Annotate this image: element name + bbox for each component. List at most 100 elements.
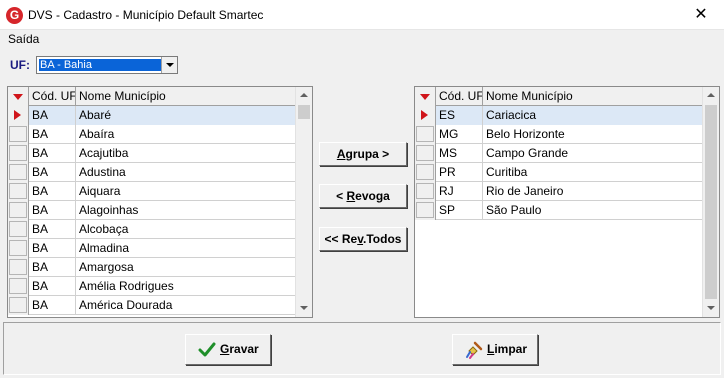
header-indicator[interactable]	[8, 87, 29, 106]
row-indicator[interactable]	[8, 201, 29, 220]
row-selector-box[interactable]	[9, 164, 27, 180]
row-selector-box[interactable]	[9, 145, 27, 161]
cell-nome-municipio[interactable]: Campo Grande	[483, 144, 703, 163]
row-selector-box[interactable]	[9, 202, 27, 218]
cell-nome-municipio[interactable]: Curitiba	[483, 163, 703, 182]
cell-nome-municipio[interactable]: Alcobaça	[76, 220, 296, 239]
cell-nome-municipio[interactable]: Almadina	[76, 239, 296, 258]
table-row[interactable]: BA Acajutiba	[8, 144, 296, 163]
table-row[interactable]: SP São Paulo	[415, 201, 703, 220]
cell-cod-uf[interactable]: BA	[29, 258, 76, 277]
cell-cod-uf[interactable]: MG	[436, 125, 483, 144]
row-selector-box[interactable]	[9, 240, 27, 256]
table-row[interactable]: BA Abaíra	[8, 125, 296, 144]
table-row[interactable]: BA Alcobaça	[8, 220, 296, 239]
row-indicator[interactable]	[8, 144, 29, 163]
close-button[interactable]: ✕	[678, 0, 724, 30]
cell-cod-uf[interactable]: BA	[29, 239, 76, 258]
row-indicator[interactable]	[415, 201, 436, 220]
column-header-cod-uf[interactable]: Cód. UF	[436, 87, 483, 106]
vertical-scrollbar[interactable]	[702, 87, 719, 317]
table-row[interactable]: BA Amargosa	[8, 258, 296, 277]
table-row[interactable]: MS Campo Grande	[415, 144, 703, 163]
row-indicator[interactable]	[8, 296, 29, 315]
table-row[interactable]: ES Cariacica	[415, 106, 703, 125]
cell-cod-uf[interactable]: BA	[29, 125, 76, 144]
table-row[interactable]: BA Amélia Rodrigues	[8, 277, 296, 296]
table-row[interactable]: BA Aiquara	[8, 182, 296, 201]
cell-nome-municipio[interactable]: Cariacica	[483, 106, 703, 125]
revoga-todos-button[interactable]: << Rev.Todos	[319, 227, 407, 251]
table-row[interactable]: MG Belo Horizonte	[415, 125, 703, 144]
cell-nome-municipio[interactable]: São Paulo	[483, 201, 703, 220]
row-selector-box[interactable]	[9, 278, 27, 294]
cell-cod-uf[interactable]: ES	[436, 106, 483, 125]
cell-nome-municipio[interactable]: Rio de Janeiro	[483, 182, 703, 201]
row-selector-box[interactable]	[416, 183, 434, 199]
header-indicator[interactable]	[415, 87, 436, 106]
cell-nome-municipio[interactable]: Amargosa	[76, 258, 296, 277]
row-indicator[interactable]	[415, 106, 436, 125]
cell-nome-municipio[interactable]: Abaré	[76, 106, 296, 125]
scroll-down-icon[interactable]	[296, 300, 312, 317]
row-selector-box[interactable]	[416, 145, 434, 161]
cell-cod-uf[interactable]: PR	[436, 163, 483, 182]
scroll-down-icon[interactable]	[703, 300, 719, 317]
cell-nome-municipio[interactable]: Acajutiba	[76, 144, 296, 163]
row-indicator[interactable]	[8, 163, 29, 182]
cell-nome-municipio[interactable]: Belo Horizonte	[483, 125, 703, 144]
chevron-down-icon[interactable]	[161, 57, 177, 73]
row-indicator[interactable]	[8, 106, 29, 125]
row-indicator[interactable]	[8, 182, 29, 201]
table-row[interactable]: BA América Dourada	[8, 296, 296, 315]
cell-cod-uf[interactable]: BA	[29, 277, 76, 296]
cell-nome-municipio[interactable]: Adustina	[76, 163, 296, 182]
cell-cod-uf[interactable]: BA	[29, 163, 76, 182]
column-header-nome-municipio[interactable]: Nome Município	[483, 87, 703, 106]
cell-nome-municipio[interactable]: Aiquara	[76, 182, 296, 201]
row-indicator[interactable]	[8, 239, 29, 258]
table-row[interactable]: BA Alagoinhas	[8, 201, 296, 220]
vertical-scrollbar[interactable]	[295, 87, 312, 317]
table-row[interactable]: BA Almadina	[8, 239, 296, 258]
available-municipalities-grid[interactable]: Cód. UF Nome Município BA Abaré BA Abaíra BA…	[7, 86, 313, 318]
cell-nome-municipio[interactable]: Alagoinhas	[76, 201, 296, 220]
row-selector-box[interactable]	[9, 126, 27, 142]
row-indicator[interactable]	[8, 277, 29, 296]
cell-nome-municipio[interactable]: América Dourada	[76, 296, 296, 315]
cell-nome-municipio[interactable]: Abaíra	[76, 125, 296, 144]
cell-cod-uf[interactable]: MS	[436, 144, 483, 163]
column-header-nome-municipio[interactable]: Nome Município	[76, 87, 296, 106]
uf-select[interactable]: BA - Bahia	[36, 56, 178, 74]
cell-cod-uf[interactable]: BA	[29, 144, 76, 163]
row-indicator[interactable]	[415, 144, 436, 163]
row-indicator[interactable]	[415, 182, 436, 201]
limpar-button[interactable]: Limpar	[452, 334, 538, 365]
cell-cod-uf[interactable]: SP	[436, 201, 483, 220]
cell-cod-uf[interactable]: BA	[29, 201, 76, 220]
row-selector-box[interactable]	[416, 164, 434, 180]
row-selector-box[interactable]	[416, 202, 434, 218]
scroll-up-icon[interactable]	[296, 87, 312, 104]
table-row[interactable]: RJ Rio de Janeiro	[415, 182, 703, 201]
table-row[interactable]: BA Adustina	[8, 163, 296, 182]
column-header-cod-uf[interactable]: Cód. UF	[29, 87, 76, 106]
gravar-button[interactable]: Gravar	[185, 334, 271, 365]
row-indicator[interactable]	[8, 258, 29, 277]
row-indicator[interactable]	[415, 163, 436, 182]
row-selector-box[interactable]	[9, 221, 27, 237]
row-indicator[interactable]	[8, 125, 29, 144]
selected-municipalities-grid[interactable]: Cód. UF Nome Município ES Cariacica MG Belo…	[414, 86, 720, 318]
table-row[interactable]: BA Abaré	[8, 106, 296, 125]
row-indicator[interactable]	[8, 220, 29, 239]
cell-cod-uf[interactable]: RJ	[436, 182, 483, 201]
scrollbar-thumb[interactable]	[705, 105, 717, 299]
agrupa-button[interactable]: Agrupa >	[319, 142, 407, 166]
cell-nome-municipio[interactable]: Amélia Rodrigues	[76, 277, 296, 296]
row-selector-box[interactable]	[9, 297, 27, 313]
scrollbar-thumb[interactable]	[298, 105, 310, 119]
row-indicator[interactable]	[415, 125, 436, 144]
table-row[interactable]: PR Curitiba	[415, 163, 703, 182]
scroll-up-icon[interactable]	[703, 87, 719, 104]
menu-item-saida[interactable]: Saída	[8, 32, 39, 46]
